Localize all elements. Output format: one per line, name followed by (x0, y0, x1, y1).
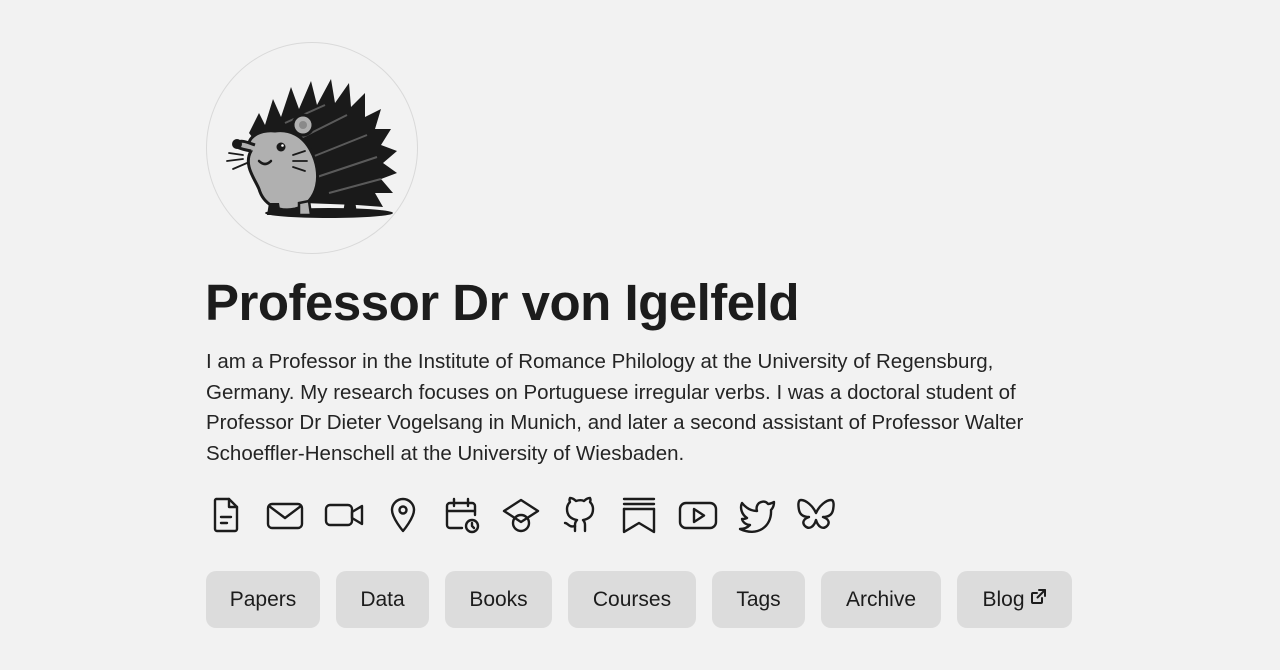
books-button[interactable]: Books (445, 571, 552, 628)
github-link[interactable] (560, 493, 600, 537)
external-link-icon (1030, 588, 1047, 605)
blog-button[interactable]: Blog (957, 571, 1072, 628)
location-pin-icon (390, 497, 416, 533)
data-button[interactable]: Data (336, 571, 429, 628)
bluesky-butterfly-icon (797, 498, 835, 529)
archive-button[interactable]: Archive (821, 571, 941, 628)
graduation-cap-icon (502, 498, 540, 533)
bookmarks-link[interactable] (619, 493, 659, 537)
hedgehog-icon (226, 79, 397, 218)
bluesky-link[interactable] (796, 493, 836, 537)
twitter-icon (738, 500, 776, 533)
papers-button[interactable]: Papers (206, 571, 320, 628)
youtube-link[interactable] (678, 493, 718, 537)
page-title: Professor Dr von Igelfeld (205, 274, 799, 331)
email-icon (266, 502, 304, 530)
cv-document-icon (213, 497, 239, 533)
youtube-icon (678, 501, 718, 530)
email-link[interactable] (265, 493, 305, 537)
scholar-link[interactable] (501, 493, 541, 537)
video-call-link[interactable] (324, 493, 364, 537)
profile-page: Professor Dr von Igelfeld I am a Profess… (0, 0, 1280, 670)
calendar-link[interactable] (442, 493, 482, 537)
calendar-clock-icon (445, 497, 480, 534)
courses-button[interactable]: Courses (568, 571, 696, 628)
avatar (206, 42, 418, 254)
tags-button[interactable]: Tags (712, 571, 805, 628)
nav-button-row: Papers Data Books Courses Tags Archive B… (206, 571, 1072, 628)
twitter-link[interactable] (737, 493, 777, 537)
bio-text: I am a Professor in the Institute of Rom… (206, 350, 1024, 466)
video-call-icon (324, 503, 364, 527)
social-icon-row (206, 493, 836, 537)
location-link[interactable] (383, 493, 423, 537)
github-icon (563, 496, 595, 533)
blog-button-label: Blog (982, 587, 1025, 611)
bookmark-stack-icon (622, 497, 656, 534)
cv-document-link[interactable] (206, 493, 246, 537)
